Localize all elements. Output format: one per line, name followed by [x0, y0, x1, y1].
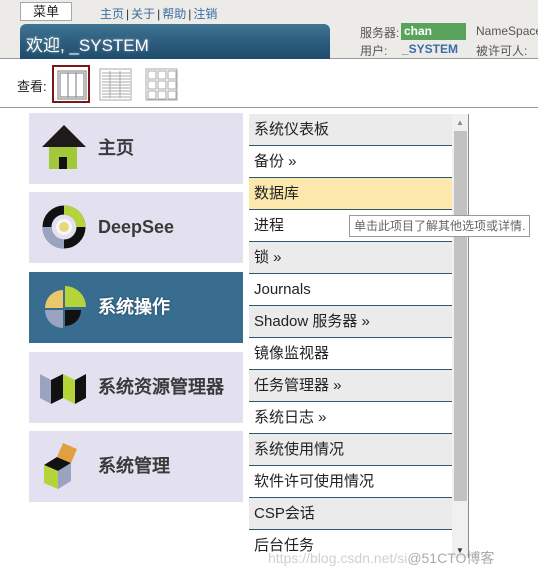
separator: | — [188, 7, 192, 21]
scrollbar[interactable]: ▲ ▼ — [452, 114, 468, 558]
submenu-item[interactable]: 软件许可使用情况 — [249, 466, 452, 498]
watermark-url: https://blog.csdn.net/si — [268, 550, 408, 566]
tooltip: 单击此项目了解其他选项或详情. — [349, 215, 531, 237]
grid-view-button[interactable] — [142, 65, 180, 103]
separator: | — [126, 7, 130, 21]
about-link[interactable]: 关于 — [131, 7, 155, 21]
submenu-item[interactable]: 系统日志 » — [249, 402, 452, 434]
category-home[interactable]: 主页 — [29, 113, 243, 184]
submenu-item[interactable]: 镜像监视器 — [249, 338, 452, 370]
help-link[interactable]: 帮助 — [162, 7, 186, 21]
category-label: DeepSee — [98, 217, 175, 237]
watermark-brand: @51CTO博客 — [407, 550, 495, 566]
system-administration-icon — [44, 443, 77, 489]
submenu-item[interactable]: 系统仪表板 — [249, 114, 452, 146]
submenu-item[interactable]: CSP会话 — [249, 498, 452, 530]
submenu-item[interactable]: 数据库 — [249, 178, 452, 210]
home-icon — [42, 125, 86, 169]
category-label: 系统管理 — [98, 456, 170, 476]
submenu-item[interactable]: 任务管理器 » — [249, 370, 452, 402]
category-system-operation[interactable]: 系统操作 — [29, 272, 243, 343]
server-value: chan — [401, 23, 466, 40]
separator: | — [157, 7, 161, 21]
home-link[interactable]: 主页 — [100, 7, 124, 21]
user-value: _SYSTEM — [402, 42, 459, 56]
system-explorer-icon — [40, 374, 86, 404]
columns-view-button[interactable] — [52, 65, 90, 103]
category-label: 系统资源管理器 — [98, 377, 224, 397]
submenu-item[interactable]: 系统使用情况 — [249, 434, 452, 466]
licensee-label: 被许可人: — [476, 44, 528, 58]
deepsee-icon — [42, 205, 86, 249]
category-label: 主页 — [98, 138, 134, 158]
submenu-item[interactable]: 锁 » — [249, 242, 452, 274]
server-label: 服务器: — [360, 26, 400, 40]
submenu-item[interactable]: Shadow 服务器 » — [249, 306, 452, 338]
user-label: 用户: — [360, 44, 388, 58]
logout-link[interactable]: 注销 — [193, 7, 217, 21]
category-label: 系统操作 — [98, 297, 170, 317]
list-view-icon — [99, 68, 132, 101]
list-view-button[interactable] — [96, 65, 134, 103]
category-system-administration[interactable]: 系统管理 — [29, 431, 243, 502]
watermark: https://blog.csdn.net/si@51CTO博客 — [268, 548, 494, 568]
namespace-label: NameSpace — [476, 24, 538, 38]
columns-view-icon — [57, 70, 87, 100]
header: 菜单 主页 | 关于 | 帮助 | 注销 欢迎, _SYSTEM 服务器: chan Nam… — [0, 0, 538, 59]
scroll-up-arrow-icon[interactable]: ▲ — [452, 116, 468, 130]
submenu-item[interactable]: Journals — [249, 274, 452, 306]
welcome-bar: 欢迎, _SYSTEM — [20, 24, 330, 59]
view-label: 查看: — [17, 79, 47, 94]
menu-button[interactable]: 菜单 — [20, 2, 72, 21]
grid-view-icon — [145, 68, 178, 101]
submenu-list: 系统仪表板 备份 » 数据库 进程锁 » Journals Shadow 服务器 » 镜像监… — [249, 114, 469, 558]
welcome-text: 欢迎, _SYSTEM — [26, 36, 149, 55]
view-bar: 查看: — [0, 60, 538, 108]
scroll-thumb[interactable] — [454, 131, 467, 501]
category-deepsee[interactable]: DeepSee — [29, 192, 243, 263]
submenu-item[interactable]: 备份 » — [249, 146, 452, 178]
top-links: 主页 | 关于 | 帮助 | 注销 — [100, 5, 217, 22]
category-system-explorer[interactable]: 系统资源管理器 — [29, 352, 243, 423]
system-operation-icon — [45, 286, 86, 328]
